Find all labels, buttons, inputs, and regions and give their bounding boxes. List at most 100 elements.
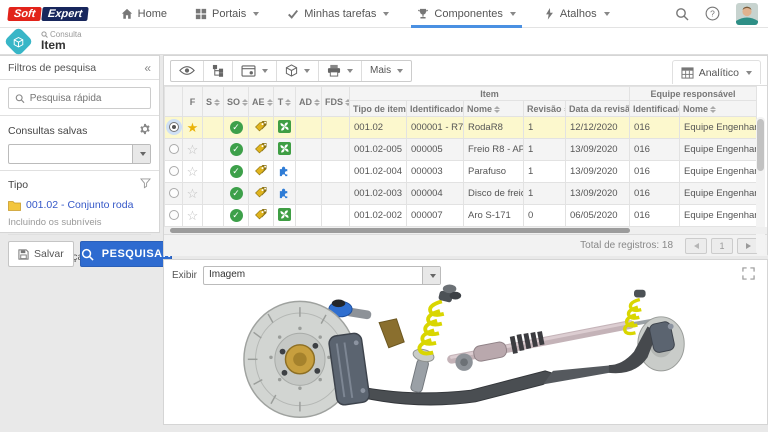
preview-mode-select[interactable]: Imagem: [203, 266, 441, 285]
nav-atalhos[interactable]: Atalhos: [530, 0, 624, 28]
col-so[interactable]: SO: [224, 87, 249, 117]
tags-icon: [254, 163, 268, 177]
cell-nome: RodaR8: [464, 117, 524, 139]
col-data-revisao[interactable]: Data da revisão: [566, 101, 630, 117]
search-filters-panel: Filtros de pesquisa « Consultas salvas T…: [0, 55, 160, 233]
row-select-radio[interactable]: [169, 166, 179, 176]
chevron-down-icon: [383, 12, 389, 16]
3d-view-button[interactable]: [277, 61, 319, 81]
favorite-star-icon[interactable]: ☆: [187, 186, 199, 201]
table-vertical-scrollbar[interactable]: [756, 117, 765, 255]
cube-icon: [285, 64, 298, 77]
cell-data-revisao: 13/09/2020: [566, 139, 630, 161]
total-records-label: Total de registros: 18: [580, 240, 673, 251]
printer-icon: [327, 64, 341, 77]
chevron-down-icon: [132, 145, 150, 163]
cell-tipo-de-item: 001.02-004: [350, 161, 407, 183]
col-fds[interactable]: FDS: [322, 87, 350, 117]
tags-icon: [254, 207, 268, 221]
suspension-assembly-image: [216, 284, 716, 424]
row-select-radio[interactable]: [169, 122, 179, 132]
row-select-radio[interactable]: [169, 210, 179, 220]
table-row[interactable]: ★ ✓ 001.02 000001 - R7 RodaR8 1 12/12/20…: [165, 117, 757, 139]
saved-query-value: [9, 145, 132, 163]
more-actions-button[interactable]: Mais: [362, 61, 411, 81]
expand-panel-icon[interactable]: [742, 267, 755, 283]
cell-equipe-nome: Equipe Engenharia: [680, 139, 757, 161]
svg-text:?: ?: [710, 8, 715, 18]
process-icon: [278, 208, 291, 221]
view-mode-selector[interactable]: Analítico: [672, 60, 761, 84]
card-view-button[interactable]: [233, 61, 277, 81]
row-select-radio[interactable]: [169, 144, 179, 154]
nav-minhas-tarefas[interactable]: Minhas tarefas: [273, 0, 403, 28]
user-avatar[interactable]: [736, 3, 758, 25]
filters-panel-title: Filtros de pesquisa: [8, 62, 96, 74]
exibir-label: Exibir: [172, 270, 197, 281]
gear-icon: [139, 123, 151, 135]
col-ae[interactable]: AE: [249, 87, 274, 117]
quick-search-box: [8, 87, 151, 109]
col-s[interactable]: S: [203, 87, 224, 117]
status-approved-icon: ✓: [230, 187, 243, 200]
nav-home[interactable]: Home: [107, 0, 181, 28]
favorite-star-icon[interactable]: ☆: [187, 142, 199, 157]
preview-panel: Exibir Imagem: [163, 259, 768, 425]
search-icon[interactable]: [675, 7, 689, 21]
row-select-radio[interactable]: [169, 188, 179, 198]
col-t[interactable]: T: [274, 87, 296, 117]
saved-queries-settings[interactable]: [139, 123, 151, 138]
clear-type-filter[interactable]: [140, 178, 151, 192]
col-ad[interactable]: AD: [296, 87, 322, 117]
nav-atalhos-label: Atalhos: [560, 8, 597, 20]
nav-componentes[interactable]: Componentes: [403, 0, 530, 28]
col-equipe-identificador[interactable]: Identificador: [630, 101, 680, 117]
table-row[interactable]: ☆ ✓ 001.02-002 000007 Aro S-171 0 06/05/…: [165, 205, 757, 227]
col-favorite[interactable]: F: [183, 87, 203, 117]
cell-equipe-nome: Equipe Engenharia: [680, 161, 757, 183]
table-horizontal-scrollbar[interactable]: [164, 227, 767, 234]
help-icon[interactable]: ?: [705, 6, 720, 21]
cell-data-revisao: 06/05/2020: [566, 205, 630, 227]
cell-equipe-identificador: 016: [630, 205, 680, 227]
cell-identificador: 000005: [407, 139, 464, 161]
collapse-panel-icon[interactable]: «: [144, 61, 151, 75]
print-button[interactable]: [319, 61, 362, 81]
favorite-star-icon[interactable]: ★: [187, 120, 199, 135]
favorite-star-icon[interactable]: ☆: [187, 208, 199, 223]
col-equipe-nome[interactable]: Nome: [680, 101, 757, 117]
table-row[interactable]: ☆ ✓ 001.02-005 000005 Freio R8 - APQP 1 …: [165, 139, 757, 161]
structure-tree-button[interactable]: [204, 61, 233, 81]
cell-equipe-identificador: 016: [630, 117, 680, 139]
current-page-button[interactable]: 1: [711, 238, 733, 254]
prev-page-button[interactable]: [685, 238, 707, 254]
nav-portais[interactable]: Portais: [181, 0, 273, 28]
type-filter-value[interactable]: 001.02 - Conjunto roda: [8, 199, 151, 211]
search-submit-button[interactable]: PESQUISAR: [80, 241, 172, 267]
view-record-button[interactable]: [171, 61, 204, 81]
softexpert-logo[interactable]: Soft Expert: [8, 7, 89, 21]
cell-equipe-identificador: 016: [630, 161, 680, 183]
col-nome[interactable]: Nome: [464, 101, 524, 117]
grid-icon: [195, 8, 207, 20]
chevron-down-icon: [422, 267, 440, 284]
nav-portais-label: Portais: [212, 8, 246, 20]
quick-search-input[interactable]: [30, 93, 144, 104]
save-button[interactable]: Salvar: [8, 241, 74, 267]
trophy-icon: [417, 8, 429, 20]
cell-equipe-nome: Equipe Engenharia: [680, 117, 757, 139]
favorite-star-icon[interactable]: ☆: [187, 164, 199, 179]
search-icon: [15, 93, 25, 104]
col-revisao[interactable]: Revisão: [524, 101, 566, 117]
tags-icon: [254, 141, 268, 155]
results-toolbar: Mais Analítico: [164, 56, 767, 86]
puzzle-icon: [278, 164, 291, 177]
col-identificador[interactable]: Identificador: [407, 101, 464, 117]
nav-home-label: Home: [138, 8, 167, 20]
cell-identificador: 000007: [407, 205, 464, 227]
col-tipo-de-item[interactable]: Tipo de item: [350, 101, 407, 117]
saved-query-select[interactable]: [8, 144, 151, 164]
table-row[interactable]: ☆ ✓ 001.02-003 000004 Disco de freio R8 …: [165, 183, 757, 205]
component-cube-icon: [4, 26, 34, 56]
table-row[interactable]: ☆ ✓ 001.02-004 000003 Parafuso 1 13/09/2…: [165, 161, 757, 183]
